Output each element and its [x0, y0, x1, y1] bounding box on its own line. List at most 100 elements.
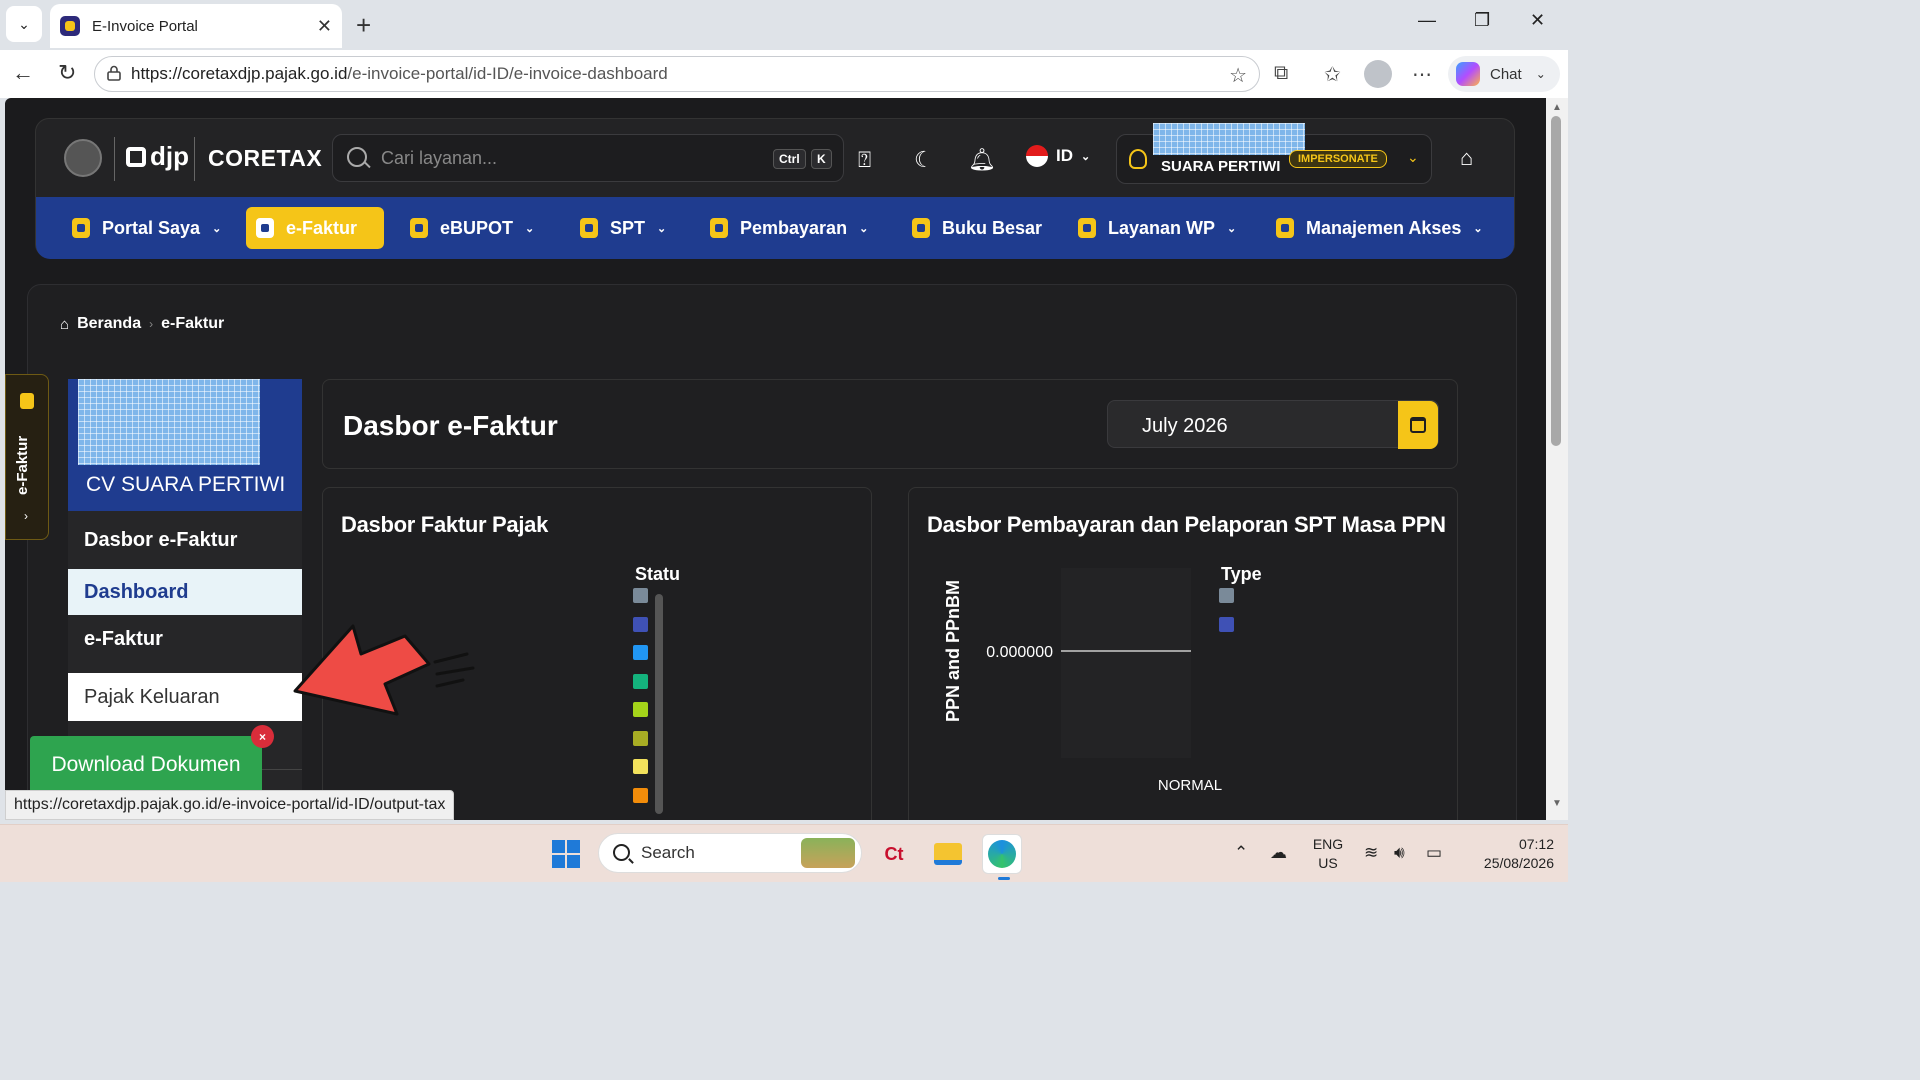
restore-button[interactable]: ❐	[1474, 10, 1490, 31]
home-icon[interactable]: ⌂	[1460, 145, 1473, 171]
url-field[interactable]: https://coretaxdjp.pajak.go.id/e-invoice…	[94, 56, 1260, 92]
sidebar-item-pajak-keluaran[interactable]: Pajak Keluaran	[68, 673, 302, 721]
legend-scrollbar[interactable]	[655, 594, 663, 814]
legend-swatch[interactable]	[1219, 616, 1234, 632]
onedrive-icon[interactable]: ☁	[1270, 843, 1287, 863]
manajemen-akses-icon	[1276, 218, 1294, 238]
chevron-down-icon: ⌄	[859, 222, 869, 235]
nav-spt[interactable]: SPT ⌄	[570, 207, 676, 249]
language-label: ID	[1056, 146, 1073, 165]
legend-swatch[interactable]	[633, 759, 648, 774]
legend-swatch[interactable]	[633, 787, 648, 803]
browser-tab[interactable]: E-Invoice Portal ✕	[50, 4, 342, 48]
side-tab-label: e-Faktur	[14, 435, 31, 495]
spt-chart: 0.000000 PPN and PPnBM NORMAL	[943, 568, 1222, 794]
user-menu[interactable]: SUARA PERTIWI IMPERSONATE ⌄	[1116, 123, 1432, 184]
battery-icon[interactable]: ▭	[1426, 843, 1442, 863]
djp-mark-icon	[126, 146, 146, 167]
nav-e-faktur[interactable]: e-Faktur	[246, 207, 384, 249]
home-icon[interactable]: ⌂	[60, 316, 69, 333]
profile-avatar[interactable]	[1364, 60, 1392, 88]
scroll-thumb[interactable]	[1551, 116, 1561, 446]
active-app-indicator	[998, 877, 1010, 880]
notification-bell-icon[interactable]: 🔔︎	[968, 147, 996, 173]
new-tab-button[interactable]: +	[356, 10, 371, 41]
impersonate-badge: IMPERSONATE	[1289, 150, 1387, 168]
type-legend[interactable]	[1209, 588, 1259, 668]
page-title: Dasbor e-Faktur	[343, 410, 558, 441]
legend-swatch[interactable]	[633, 616, 648, 632]
more-options-icon[interactable]: ⋯	[1412, 62, 1432, 87]
legend-title: Statu	[635, 564, 680, 584]
calendar-icon	[1410, 417, 1426, 433]
close-window-button[interactable]: ✕	[1530, 10, 1545, 31]
nav-buku-besar[interactable]: Buku Besar	[902, 207, 1052, 249]
legend-swatch[interactable]	[633, 673, 648, 689]
windows-start-icon[interactable]	[552, 840, 580, 868]
djp-logo[interactable]: djp	[126, 141, 189, 172]
coretax-app-icon[interactable]: Ct	[874, 834, 914, 874]
taskbar-search[interactable]: Search	[598, 833, 862, 873]
logo-divider	[114, 137, 115, 181]
pembayaran-icon	[710, 218, 728, 238]
minimize-button[interactable]: —	[1418, 10, 1436, 31]
reload-icon[interactable]: ↻	[58, 60, 76, 86]
file-explorer-icon[interactable]	[928, 834, 968, 874]
extensions-icon[interactable]: ⧉	[1274, 62, 1288, 85]
close-icon[interactable]: ×	[251, 725, 274, 748]
chevron-down-icon: ⌄	[1473, 222, 1483, 235]
favorite-star-icon[interactable]: ☆	[1229, 63, 1247, 88]
dark-mode-icon[interactable]: ☾	[914, 147, 934, 173]
help-icon[interactable]: ⍰	[858, 147, 871, 173]
scroll-up-icon[interactable]: ▲	[1552, 102, 1562, 113]
tray-overflow-chevron-icon[interactable]: ⌃	[1234, 843, 1248, 863]
tab-close-icon[interactable]: ✕	[317, 16, 332, 37]
coretax-logo[interactable]: CORETAX	[208, 145, 322, 172]
windows-taskbar: Search Ct ⌃ ☁ ENG US ≋ 🔊︎ ▭ 07:12 25/08/…	[0, 824, 1568, 882]
x-category-label: NORMAL	[1158, 777, 1222, 794]
copilot-chat-button[interactable]: Chat ⌄	[1448, 56, 1560, 92]
chevron-down-icon: ⌄	[657, 222, 667, 235]
legend-swatch[interactable]	[633, 730, 648, 746]
legend-swatch[interactable]	[633, 702, 648, 717]
calendar-button[interactable]	[1398, 401, 1438, 449]
legend-swatch[interactable]	[633, 588, 648, 603]
language-selector[interactable]: ID ⌄	[1026, 145, 1090, 167]
djp-logo-text: djp	[150, 141, 189, 171]
page-scrollbar[interactable]: ▲ ▼	[1546, 98, 1568, 820]
chevron-right-icon: ›	[24, 509, 28, 523]
legend-swatch[interactable]	[1219, 588, 1234, 603]
edge-browser-icon[interactable]	[982, 834, 1022, 874]
back-icon[interactable]: ←	[12, 60, 34, 86]
chevron-down-icon: ⌄	[525, 222, 535, 235]
nav-manajemen-akses[interactable]: Manajemen Akses ⌄	[1266, 207, 1493, 249]
wifi-icon[interactable]: ≋	[1364, 843, 1378, 863]
status-legend[interactable]	[623, 588, 673, 818]
language-indicator[interactable]: ENG US	[1306, 835, 1350, 873]
nav-portal-saya[interactable]: Portal Saya ⌄	[62, 207, 231, 249]
y-axis-label: PPN and PPnBM	[943, 580, 963, 722]
volume-icon[interactable]: 🔊︎	[1394, 843, 1405, 863]
clock[interactable]: 07:12 25/08/2026	[1460, 835, 1554, 873]
nav-label: e-Faktur	[286, 217, 358, 238]
nav-pembayaran[interactable]: Pembayaran ⌄	[700, 207, 878, 249]
taskbar-search-label: Search	[641, 843, 695, 862]
download-document-button[interactable]: Download Dokumen	[30, 736, 262, 794]
nav-label: SPT	[610, 217, 646, 238]
chat-label: Chat	[1490, 65, 1522, 83]
service-search-input[interactable]: Cari layanan... Ctrl K	[332, 134, 844, 182]
nav-ebupot[interactable]: eBUPOT ⌄	[400, 207, 544, 249]
clock-date: 25/08/2026	[1483, 855, 1554, 871]
sidebar-item-dashboard[interactable]: Dashboard	[68, 569, 302, 615]
e-faktur-side-tab[interactable]: e-Faktur ›	[5, 374, 49, 540]
favorites-icon[interactable]: ✩	[1324, 62, 1341, 87]
chevron-down-icon: ⌄	[212, 222, 222, 235]
e-faktur-icon	[20, 393, 34, 409]
breadcrumb-home[interactable]: Beranda	[77, 315, 141, 333]
period-picker[interactable]: July 2026	[1107, 400, 1439, 449]
tab-list-button[interactable]: ⌄	[6, 6, 42, 42]
nav-layanan-wp[interactable]: Layanan WP ⌄	[1068, 207, 1246, 249]
e-faktur-icon	[256, 218, 274, 238]
legend-swatch[interactable]	[633, 645, 648, 660]
scroll-down-icon[interactable]: ▼	[1552, 798, 1562, 809]
